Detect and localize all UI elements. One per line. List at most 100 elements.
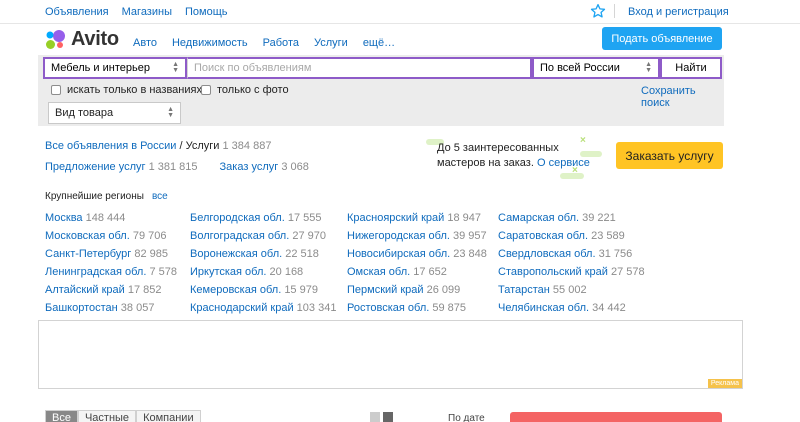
category-nav: Авто Недвижимость Работа Услуги ещё…	[133, 37, 395, 49]
region-link[interactable]: Волгоградская обл.	[190, 230, 289, 242]
region-count: 26 099	[426, 284, 461, 296]
nav-more[interactable]: ещё…	[363, 37, 395, 49]
region-item: Ленинградская обл. 7 578	[45, 266, 177, 284]
region-link[interactable]: Омская обл.	[347, 266, 410, 278]
region-count: 15 979	[284, 284, 318, 296]
region-item: Белгородская обл. 17 555	[190, 212, 336, 230]
region-link[interactable]: Башкортостан	[45, 302, 118, 314]
region-item: Ростовская обл. 59 875	[347, 302, 487, 320]
login-link[interactable]: Вход и регистрация	[628, 6, 729, 18]
region-item: Иркутская обл. 20 168	[190, 266, 336, 284]
search-panel: Мебель и интерьер ▲ ▼ Поиск по объявления…	[38, 55, 724, 126]
promo-line1: До 5 заинтересованных	[437, 142, 559, 154]
breadcrumb-current: Услуги	[185, 140, 220, 152]
region-item: Ставропольский край 27 578	[498, 266, 645, 284]
region-count: 17 555	[287, 212, 322, 224]
nav-services[interactable]: Услуги	[314, 37, 348, 49]
region-link[interactable]: Московская обл.	[45, 230, 130, 242]
topbar-divider	[614, 4, 615, 18]
region-select-value: По всей России	[540, 62, 620, 74]
nav-realty[interactable]: Недвижимость	[172, 37, 248, 49]
region-count: 34 442	[592, 302, 626, 314]
region-link[interactable]: Краснодарский край	[190, 302, 294, 314]
grid-view-icon[interactable]	[370, 412, 380, 422]
top-link-shops[interactable]: Магазины	[122, 6, 172, 18]
region-count: 103 341	[296, 302, 337, 314]
region-count: 39 957	[453, 230, 487, 242]
ad-banner[interactable]: Реклама	[38, 320, 743, 389]
offer-services-link[interactable]: Предложение услуг	[45, 161, 146, 173]
region-link[interactable]: Кемеровская обл.	[190, 284, 281, 296]
region-item: Омская обл. 17 652	[347, 266, 487, 284]
region-link[interactable]: Челябинская обл.	[498, 302, 589, 314]
region-count: 79 706	[132, 230, 167, 242]
region-link[interactable]: Ленинградская обл.	[45, 266, 146, 278]
regions-all-link[interactable]: все	[152, 191, 168, 202]
region-link[interactable]: Иркутская обл.	[190, 266, 266, 278]
only-photo-checkbox[interactable]: только с фото	[201, 84, 289, 96]
view-toggle	[370, 412, 393, 422]
region-link[interactable]: Татарстан	[498, 284, 550, 296]
order-service-button[interactable]: Заказать услугу	[616, 142, 723, 169]
product-type-select[interactable]: Вид товара ▲ ▼	[48, 102, 181, 124]
region-item: Воронежская обл. 22 518	[190, 248, 336, 266]
region-link[interactable]: Саратовская обл.	[498, 230, 588, 242]
checkbox-box[interactable]	[51, 85, 61, 95]
region-link[interactable]: Воронежская обл.	[190, 248, 282, 260]
category-select[interactable]: Мебель и интерьер ▲ ▼	[43, 57, 187, 79]
region-count: 27 578	[610, 266, 645, 278]
top-link-ads[interactable]: Объявления	[45, 6, 109, 18]
offer-count: 3 068	[281, 161, 309, 173]
breadcrumb-all-ads[interactable]: Все объявления в России	[45, 140, 176, 152]
region-item: Московская обл. 79 706	[45, 230, 177, 248]
favorites-star-icon[interactable]	[590, 3, 606, 19]
region-link[interactable]: Пермский край	[347, 284, 424, 296]
regions-column: Москва 148 444 Московская обл. 79 706 Санк…	[45, 212, 177, 320]
about-service-link[interactable]: О сервисе	[537, 157, 590, 169]
tab-private[interactable]: Частные	[77, 410, 137, 422]
order-services-link[interactable]: Заказ услуг	[220, 161, 279, 173]
region-link[interactable]: Ростовская обл.	[347, 302, 429, 314]
region-item: Нижегородская обл. 39 957	[347, 230, 487, 248]
tab-all[interactable]: Все	[45, 410, 78, 422]
region-link[interactable]: Москва	[45, 212, 83, 224]
offer-item: Заказ услуг 3 068	[220, 161, 309, 173]
region-count: 7 578	[149, 266, 177, 278]
sort-select[interactable]: По дате	[448, 413, 488, 422]
top-link-help[interactable]: Помощь	[185, 6, 228, 18]
region-item: Санкт-Петербург 82 985	[45, 248, 177, 266]
region-link[interactable]: Новосибирская обл.	[347, 248, 450, 260]
region-link[interactable]: Самарская обл.	[498, 212, 579, 224]
breadcrumb-separator: /	[179, 140, 183, 152]
region-link[interactable]: Санкт-Петербург	[45, 248, 131, 260]
region-count: 82 985	[134, 248, 168, 260]
region-select[interactable]: По всей России ▲ ▼	[532, 57, 660, 79]
region-count: 17 852	[127, 284, 162, 296]
nav-auto[interactable]: Авто	[133, 37, 157, 49]
region-item: Башкортостан 38 057	[45, 302, 177, 320]
region-link[interactable]: Красноярский край	[347, 212, 444, 224]
region-count: 27 970	[292, 230, 326, 242]
select-arrows-icon: ▲ ▼	[172, 61, 179, 74]
region-link[interactable]: Ставропольский край	[498, 266, 608, 278]
offer-item: Предложение услуг 1 381 815	[45, 161, 198, 173]
region-link[interactable]: Белгородская обл.	[190, 212, 285, 224]
region-link[interactable]: Алтайский край	[45, 284, 125, 296]
region-item: Самарская обл. 39 221	[498, 212, 645, 230]
tab-companies[interactable]: Компании	[136, 410, 201, 422]
region-count: 38 057	[120, 302, 155, 314]
region-link[interactable]: Нижегородская обл.	[347, 230, 450, 242]
nav-jobs[interactable]: Работа	[263, 37, 299, 49]
avito-logo[interactable]: Avito	[45, 28, 119, 51]
region-item: Пермский край 26 099	[347, 284, 487, 302]
post-ad-button[interactable]: Подать объявление	[602, 27, 722, 50]
list-view-icon[interactable]	[383, 412, 393, 422]
only-titles-checkbox[interactable]: искать только в названиях	[51, 84, 202, 96]
red-action-button[interactable]	[510, 412, 722, 422]
region-link[interactable]: Свердловская обл.	[498, 248, 596, 260]
search-input[interactable]: Поиск по объявлениям	[187, 57, 532, 79]
find-button[interactable]: Найти	[660, 57, 722, 79]
top-bar: Объявления Магазины Помощь Вход и регист…	[0, 0, 800, 24]
save-search-link[interactable]: Сохранить поиск	[641, 85, 724, 109]
checkbox-box[interactable]	[201, 85, 211, 95]
